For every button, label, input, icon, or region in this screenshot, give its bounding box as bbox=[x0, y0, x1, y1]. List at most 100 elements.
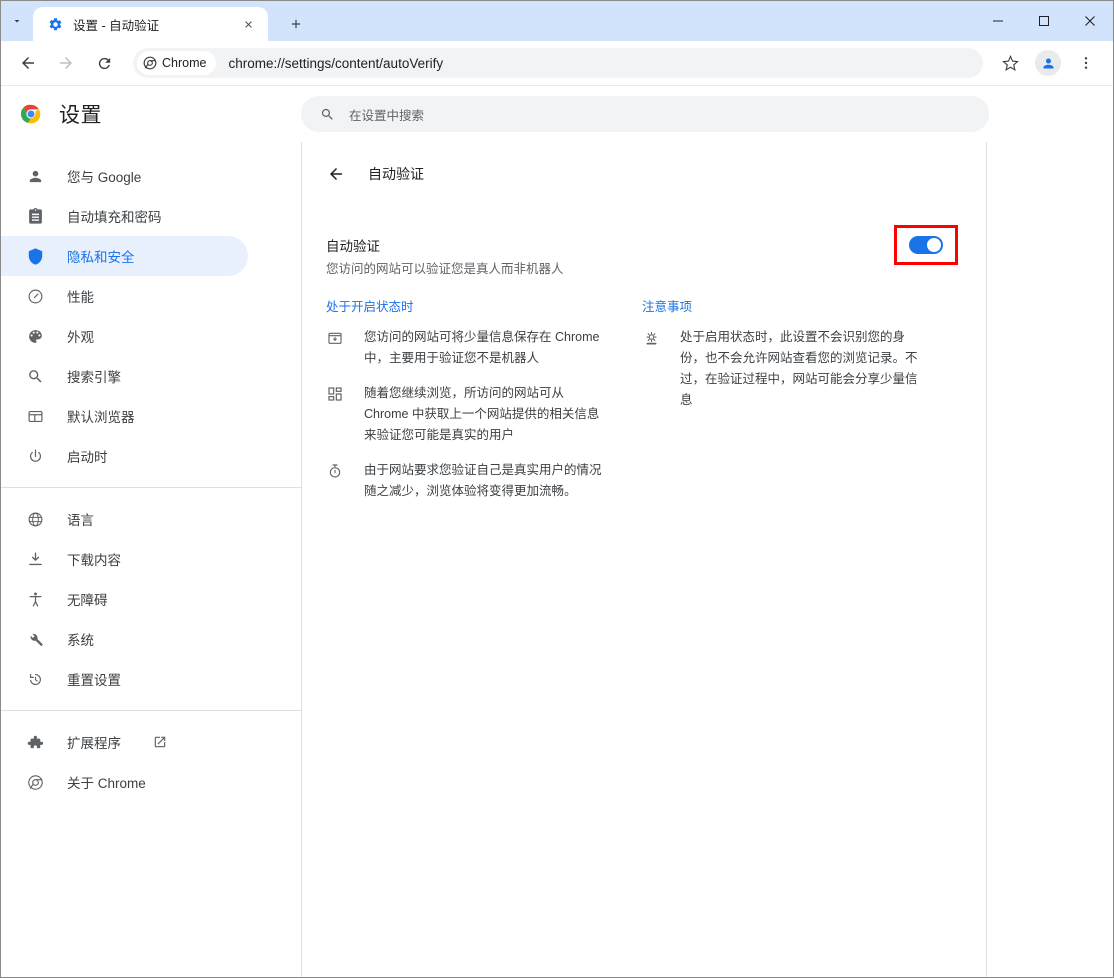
sidebar-item-reset-settings[interactable]: 重置设置 bbox=[1, 659, 248, 699]
power-icon bbox=[25, 446, 45, 466]
sidebar-item-label: 启动时 bbox=[67, 450, 108, 465]
back-button[interactable] bbox=[13, 48, 43, 78]
list-item-text: 由于网站要求您验证自己是真实用户的情况随之减少，浏览体验将变得更加流畅。 bbox=[364, 463, 602, 498]
wrench-icon bbox=[25, 629, 45, 649]
sidebar-group-main: 您与 Google 自动填充和密码 隐私和安全 性能 外观 搜索引擎 默认浏览器… bbox=[1, 156, 301, 476]
list-item: 您访问的网站可将少量信息保存在 Chrome 中，主要用于验证您不是机器人 bbox=[326, 327, 608, 369]
list-item: 随着您继续浏览，所访问的网站可从 Chrome 中获取上一个网站提供的相关信息来… bbox=[326, 383, 608, 446]
puzzle-icon bbox=[25, 732, 45, 752]
toggle-highlight-box bbox=[894, 225, 958, 265]
tab-settings[interactable]: 设置 - 自动验证 bbox=[33, 7, 268, 41]
speedometer-icon bbox=[25, 286, 45, 306]
sidebar-group-secondary: 语言 下载内容 无障碍 系统 重置设置 bbox=[1, 499, 301, 699]
arrow-left-icon[interactable] bbox=[326, 164, 346, 184]
sidebar-item-downloads[interactable]: 下载内容 bbox=[1, 539, 248, 579]
palette-icon bbox=[25, 326, 45, 346]
list-item-text: 处于启用状态时，此设置不会识别您的身份，也不会允许网站查看您的浏览记录。不过，在… bbox=[680, 330, 918, 407]
toolbar-right-actions bbox=[991, 48, 1105, 78]
info-column-considerations: 注意事项 处于启用状态时，此设置不会识别您的身份，也不会允许网站查看您的浏览记录… bbox=[642, 296, 958, 516]
setting-title: 自动验证 bbox=[326, 239, 380, 254]
column-heading: 处于开启状态时 bbox=[326, 300, 414, 314]
sidebar-item-extensions[interactable]: 扩展程序 bbox=[1, 722, 248, 762]
sidebar-item-performance[interactable]: 性能 bbox=[1, 276, 248, 316]
toggle-knob bbox=[927, 238, 941, 252]
sidebar-item-label: 语言 bbox=[67, 513, 94, 528]
search-icon bbox=[25, 366, 45, 386]
setting-description: 您访问的网站可以验证您是真人而非机器人 bbox=[326, 262, 564, 276]
sidebar-item-you-and-google[interactable]: 您与 Google bbox=[1, 156, 248, 196]
download-icon bbox=[25, 549, 45, 569]
sidebar-item-on-startup[interactable]: 启动时 bbox=[1, 436, 248, 476]
new-tab-button[interactable] bbox=[282, 10, 310, 38]
sidebar-divider-2 bbox=[1, 710, 301, 711]
maximize-button[interactable] bbox=[1021, 1, 1067, 41]
sidebar-item-label: 扩展程序 bbox=[67, 736, 121, 751]
url-text: chrome://settings/content/autoVerify bbox=[228, 55, 444, 71]
sidebar-item-privacy-security[interactable]: 隐私和安全 bbox=[1, 236, 248, 276]
title-bar: 设置 - 自动验证 bbox=[1, 1, 1113, 41]
breadcrumb: 自动验证 bbox=[302, 152, 986, 196]
settings-header: 设置 在设置中搜索 bbox=[1, 86, 1113, 142]
accessibility-icon bbox=[25, 589, 45, 609]
sidebar-item-default-browser[interactable]: 默认浏览器 bbox=[1, 396, 248, 436]
sidebar-item-appearance[interactable]: 外观 bbox=[1, 316, 248, 356]
clipboard-icon bbox=[25, 206, 45, 226]
auto-verify-toggle[interactable] bbox=[909, 236, 943, 254]
close-window-button[interactable] bbox=[1067, 1, 1113, 41]
search-input[interactable]: 在设置中搜索 bbox=[301, 96, 989, 132]
sidebar-item-label: 性能 bbox=[67, 290, 94, 305]
window-controls bbox=[975, 1, 1113, 41]
browser-window-icon bbox=[25, 406, 45, 426]
sidebar-item-label: 无障碍 bbox=[67, 593, 108, 608]
sidebar-item-autofill-passwords[interactable]: 自动填充和密码 bbox=[1, 196, 248, 236]
tab-search-chevron-down-icon[interactable] bbox=[3, 7, 31, 35]
minimize-button[interactable] bbox=[975, 1, 1021, 41]
address-bar[interactable]: Chrome chrome://settings/content/autoVer… bbox=[133, 48, 983, 78]
column-heading: 注意事项 bbox=[642, 300, 693, 314]
bookmark-star-icon[interactable] bbox=[995, 48, 1025, 78]
close-icon[interactable] bbox=[238, 14, 258, 34]
save-to-box-icon bbox=[326, 329, 344, 347]
browser-window: 设置 - 自动验证 Chrome chrome://settings/conte… bbox=[0, 0, 1114, 978]
right-gutter bbox=[987, 142, 1113, 977]
sidebar-item-label: 关于 Chrome bbox=[67, 776, 146, 791]
privacy-visibility-icon bbox=[642, 329, 660, 347]
sidebar-item-label: 外观 bbox=[67, 330, 94, 345]
globe-icon bbox=[25, 509, 45, 529]
forward-button bbox=[51, 48, 81, 78]
chrome-logo-icon bbox=[21, 104, 41, 124]
open-in-new-icon[interactable] bbox=[153, 735, 167, 749]
shield-icon bbox=[25, 246, 45, 266]
origin-chip-label: Chrome bbox=[162, 56, 207, 70]
chrome-icon bbox=[25, 772, 45, 792]
info-columns: 处于开启状态时 您访问的网站可将少量信息保存在 Chrome 中，主要用于验证您… bbox=[302, 280, 958, 516]
sidebar-item-system[interactable]: 系统 bbox=[1, 619, 248, 659]
settings-main: 自动验证 自动验证 您访问的网站可以验证您是真人而非机器人 处于开启状态时 您访… bbox=[302, 142, 987, 977]
settings-sidebar: 您与 Google 自动填充和密码 隐私和安全 性能 外观 搜索引擎 默认浏览器… bbox=[1, 142, 302, 977]
search-area: 在设置中搜索 bbox=[301, 96, 1113, 132]
sidebar-group-footer: 扩展程序 关于 Chrome bbox=[1, 722, 301, 802]
list-item-text: 随着您继续浏览，所访问的网站可从 Chrome 中获取上一个网站提供的相关信息来… bbox=[364, 386, 600, 442]
setting-texts: 自动验证 您访问的网站可以验证您是真人而非机器人 bbox=[326, 236, 894, 280]
sidebar-item-label: 系统 bbox=[67, 633, 94, 648]
reload-button[interactable] bbox=[89, 48, 119, 78]
sidebar-item-accessibility[interactable]: 无障碍 bbox=[1, 579, 248, 619]
sidebar-divider bbox=[1, 487, 301, 488]
timer-icon bbox=[326, 462, 344, 480]
content-row: 您与 Google 自动填充和密码 隐私和安全 性能 外观 搜索引擎 默认浏览器… bbox=[1, 142, 1113, 977]
browser-toolbar: Chrome chrome://settings/content/autoVer… bbox=[1, 41, 1113, 86]
tab-search-area bbox=[1, 1, 33, 41]
sidebar-item-label: 您与 Google bbox=[67, 170, 142, 185]
page-title: 设置 bbox=[59, 104, 102, 127]
settings-brand: 设置 bbox=[1, 99, 301, 129]
browser-menu-icon[interactable] bbox=[1071, 48, 1101, 78]
sidebar-item-languages[interactable]: 语言 bbox=[1, 499, 248, 539]
subpage-title: 自动验证 bbox=[368, 166, 424, 182]
history-restore-icon bbox=[25, 669, 45, 689]
info-column-when-on: 处于开启状态时 您访问的网站可将少量信息保存在 Chrome 中，主要用于验证您… bbox=[326, 296, 642, 516]
sidebar-item-about-chrome[interactable]: 关于 Chrome bbox=[1, 762, 248, 802]
person-icon bbox=[25, 166, 45, 186]
profile-avatar[interactable] bbox=[1033, 48, 1063, 78]
sidebar-item-search-engine[interactable]: 搜索引擎 bbox=[1, 356, 248, 396]
list-item-text: 您访问的网站可将少量信息保存在 Chrome 中，主要用于验证您不是机器人 bbox=[364, 330, 600, 365]
